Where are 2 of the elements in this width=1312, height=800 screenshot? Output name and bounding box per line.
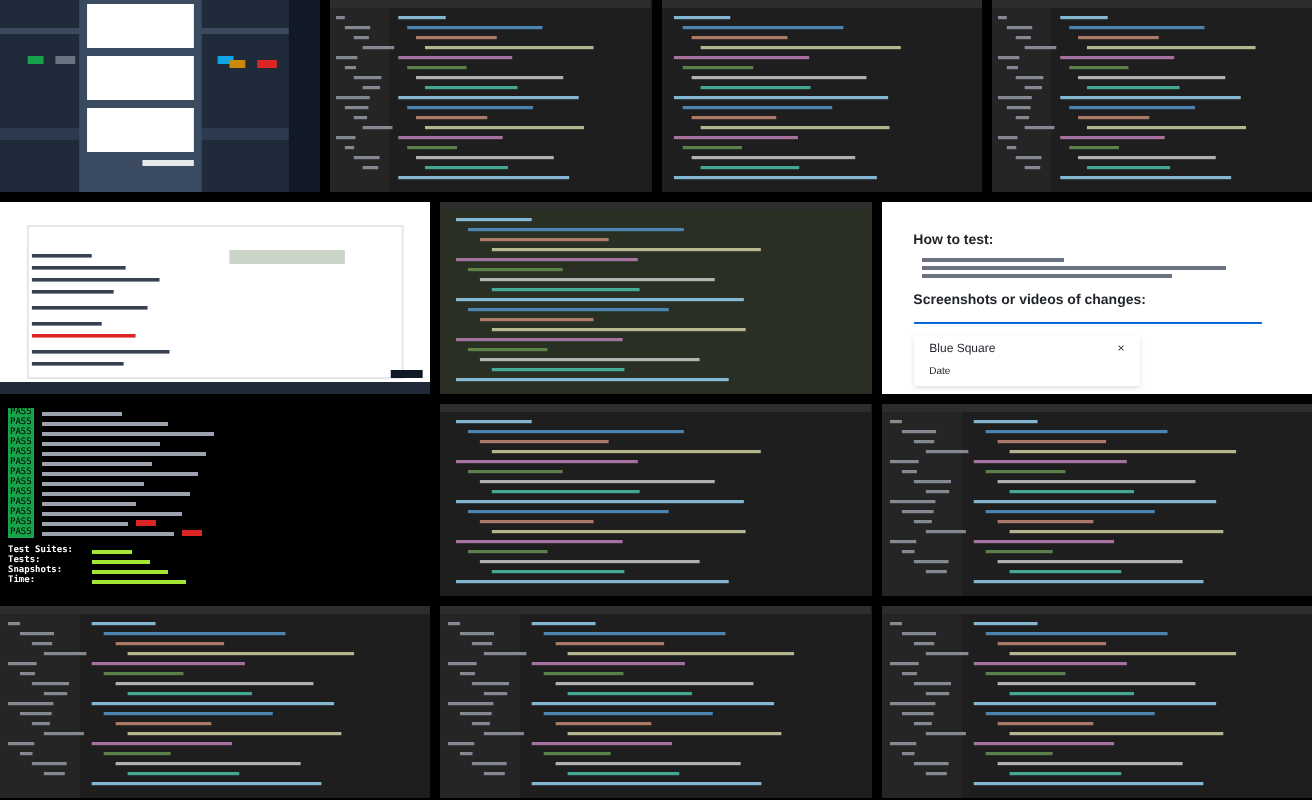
slow-duration-badge (135, 520, 156, 526)
slow-duration-badge (181, 530, 202, 536)
